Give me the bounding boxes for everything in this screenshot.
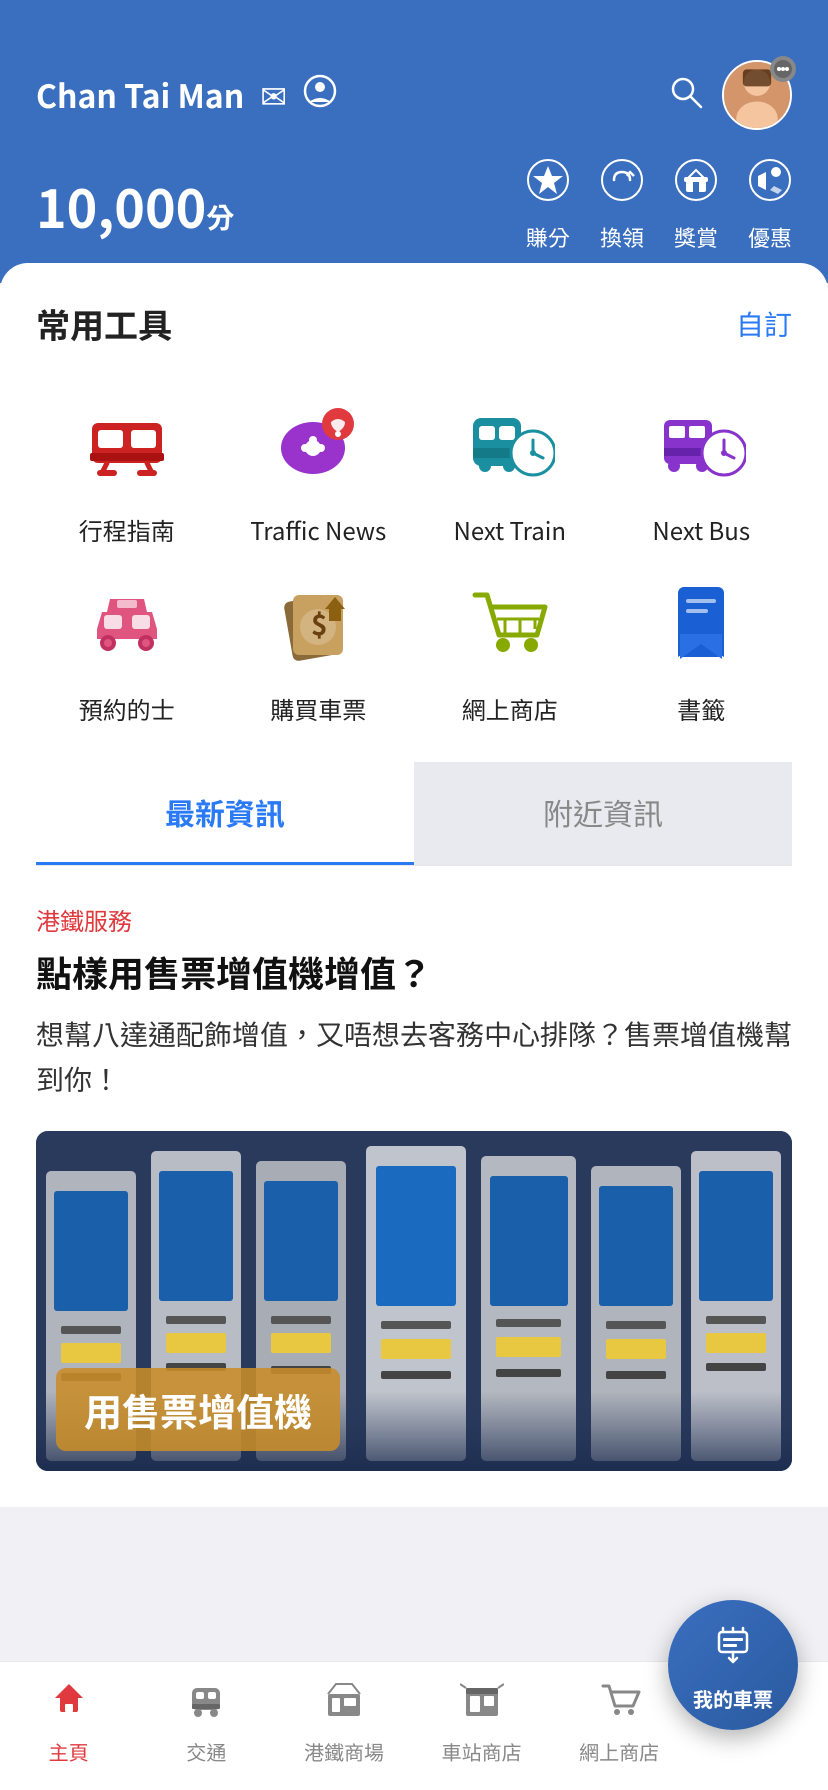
bookmark-icon: [646, 567, 756, 677]
next-bus-icon: [646, 388, 756, 498]
tabs-bar: 最新資訊 附近資訊: [36, 762, 792, 866]
search-icon[interactable]: [668, 71, 704, 120]
tool-next-train[interactable]: Next Train: [419, 388, 601, 547]
home-label: 主頁: [49, 1737, 89, 1766]
header-bottom: 10,000分 賺分: [36, 158, 792, 253]
mail-icon[interactable]: ✉: [260, 72, 287, 118]
home-icon: [47, 1676, 91, 1731]
station-shop-icon: [460, 1676, 504, 1731]
avatar[interactable]: [722, 60, 792, 130]
redeem-label: 換領: [600, 221, 644, 253]
nav-home[interactable]: 主頁: [0, 1676, 138, 1766]
taxi-icon: [72, 567, 182, 677]
tools-section: 常用工具 自訂 行程指南: [0, 263, 828, 866]
next-train-icon: [455, 388, 565, 498]
header-icons: [668, 60, 792, 130]
tab-latest[interactable]: 最新資訊: [36, 762, 414, 865]
tool-online-shop[interactable]: 網上商店: [419, 567, 601, 726]
journey-icon: [72, 388, 182, 498]
earn-label: 賺分: [526, 221, 570, 253]
transport-icon: [184, 1676, 228, 1731]
online-shop-nav-label: 網上商店: [579, 1737, 659, 1766]
next-train-label: Next Train: [453, 512, 566, 547]
tools-title: 常用工具: [36, 299, 172, 348]
tool-traffic-news[interactable]: Traffic News: [228, 388, 410, 547]
header: Chan Tai Man ✉: [0, 0, 828, 283]
nav-mall[interactable]: 港鐵商場: [275, 1676, 413, 1766]
online-shop-label: 網上商店: [462, 691, 558, 726]
quick-action-earn[interactable]: 賺分: [526, 158, 570, 253]
nav-transport[interactable]: 交通: [138, 1676, 276, 1766]
tools-grid: 行程指南 Traffic News: [36, 388, 792, 726]
points-value: 10,000分: [36, 168, 234, 243]
profile-icon[interactable]: [303, 72, 337, 118]
offers-icon: [748, 158, 792, 213]
taxi-label: 預約的士: [79, 691, 175, 726]
mall-label: 港鐵商場: [304, 1737, 384, 1766]
quick-action-offers[interactable]: 優惠: [748, 158, 792, 253]
earn-icon: [526, 158, 570, 213]
news-category: 港鐵服務: [36, 902, 792, 937]
section-header: 常用工具 自訂: [36, 299, 792, 348]
header-left: Chan Tai Man ✉: [36, 72, 337, 118]
quick-action-redeem[interactable]: 換領: [600, 158, 644, 253]
mall-icon: [322, 1676, 366, 1731]
customize-button[interactable]: 自訂: [736, 304, 792, 344]
tool-bookmark[interactable]: 書籤: [611, 567, 793, 726]
chat-badge: [770, 56, 796, 82]
station-shop-label: 車站商店: [442, 1737, 522, 1766]
tool-taxi[interactable]: 預約的士: [36, 567, 218, 726]
tool-buy-ticket[interactable]: $ 購買車票: [228, 567, 410, 726]
rewards-icon: [674, 158, 718, 213]
traffic-news-icon: [263, 388, 373, 498]
news-image[interactable]: 用售票增值機: [36, 1131, 792, 1471]
news-description: 想幫八達通配飾增值，又唔想去客務中心排隊？售票增值機幫到你！: [36, 1012, 792, 1102]
user-name: Chan Tai Man: [36, 72, 244, 118]
buy-ticket-icon: $: [263, 567, 373, 677]
traffic-news-label: Traffic News: [250, 512, 386, 547]
my-tickets-label: 我的車票: [693, 1684, 773, 1713]
offers-label: 優惠: [748, 221, 792, 253]
quick-actions: 賺分 換領: [526, 158, 792, 253]
header-top: Chan Tai Man ✉: [36, 60, 792, 130]
online-shop-nav-icon: [597, 1676, 641, 1731]
bookmark-label: 書籤: [677, 691, 725, 726]
redeem-icon: [600, 158, 644, 213]
quick-action-rewards[interactable]: 獎賞: [674, 158, 718, 253]
buy-ticket-label: 購買車票: [270, 691, 366, 726]
transport-label: 交通: [186, 1737, 226, 1766]
online-shop-icon: [455, 567, 565, 677]
news-title: 點樣用售票增值機增值？: [36, 949, 792, 996]
rewards-label: 獎賞: [674, 221, 718, 253]
next-bus-label: Next Bus: [652, 512, 750, 547]
nav-station-shop[interactable]: 車站商店: [413, 1676, 551, 1766]
news-section: 港鐵服務 點樣用售票增值機增值？ 想幫八達通配飾增值，又唔想去客務中心排隊？售票…: [0, 866, 828, 1507]
svg-text:$: $: [311, 604, 328, 644]
tool-next-bus[interactable]: Next Bus: [611, 388, 793, 547]
ticket-icon: [709, 1618, 757, 1678]
journey-label: 行程指南: [79, 512, 175, 547]
my-tickets-button[interactable]: 我的車票: [668, 1600, 798, 1730]
tab-nearby[interactable]: 附近資訊: [414, 762, 792, 865]
tool-journey[interactable]: 行程指南: [36, 388, 218, 547]
news-image-label: 用售票增值機: [56, 1368, 340, 1451]
nav-online-shop[interactable]: 網上商店: [550, 1676, 688, 1766]
points-display: 10,000分: [36, 168, 234, 243]
